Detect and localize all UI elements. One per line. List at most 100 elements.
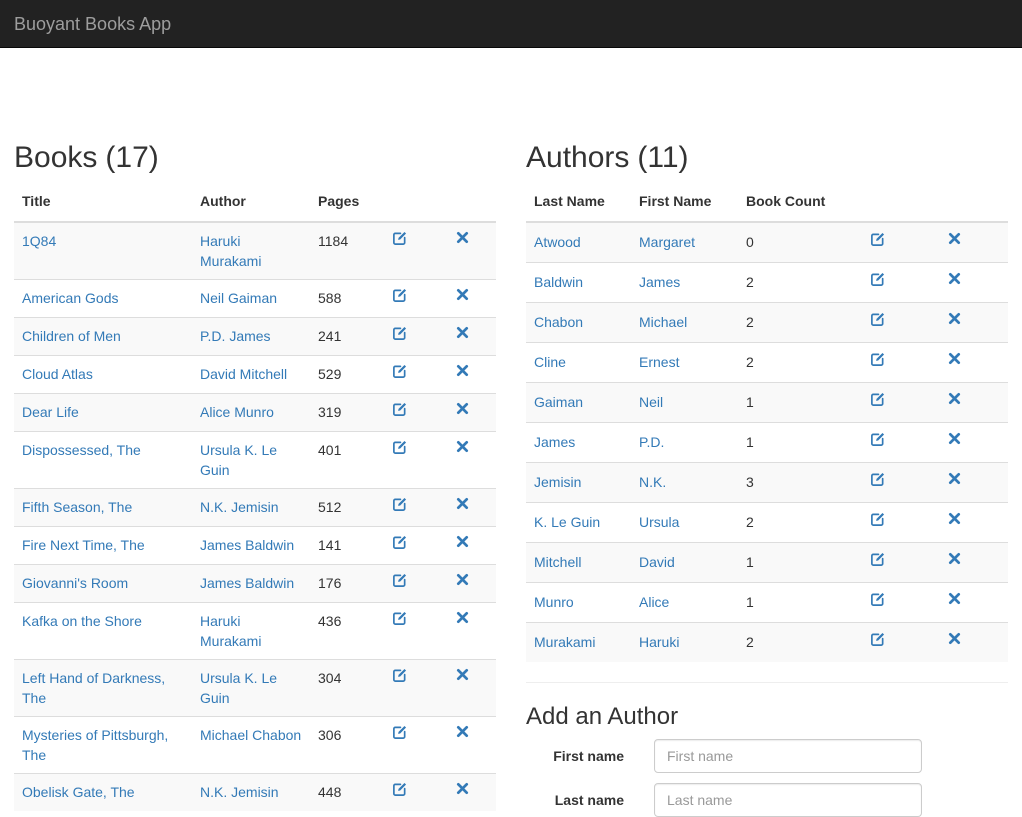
- author-last-name-link[interactable]: Munro: [534, 594, 574, 610]
- edit-icon[interactable]: [870, 392, 886, 408]
- book-author-cell: Haruki Murakami: [192, 221, 310, 280]
- book-title-link[interactable]: Children of Men: [22, 328, 121, 344]
- edit-icon[interactable]: [870, 232, 886, 248]
- book-title-link[interactable]: Dear Life: [22, 404, 79, 420]
- delete-icon[interactable]: [948, 232, 964, 248]
- author-last-name-link[interactable]: Jemisin: [534, 474, 581, 490]
- author-last-name-link[interactable]: Cline: [534, 354, 566, 370]
- delete-icon[interactable]: [456, 402, 472, 418]
- delete-icon[interactable]: [948, 312, 964, 328]
- book-title-link[interactable]: Fifth Season, The: [22, 499, 132, 515]
- delete-icon[interactable]: [456, 535, 472, 551]
- author-last-name-link[interactable]: Atwood: [534, 234, 581, 250]
- delete-icon[interactable]: [456, 573, 472, 589]
- book-title-link[interactable]: Giovanni's Room: [22, 575, 128, 591]
- edit-icon[interactable]: [392, 668, 408, 684]
- edit-icon[interactable]: [392, 440, 408, 456]
- first-name-input[interactable]: [654, 739, 922, 773]
- book-author-link[interactable]: Neil Gaiman: [200, 290, 277, 306]
- book-title-link[interactable]: Fire Next Time, The: [22, 537, 145, 553]
- book-author-link[interactable]: Haruki Murakami: [200, 613, 261, 649]
- edit-icon[interactable]: [392, 573, 408, 589]
- edit-icon[interactable]: [870, 552, 886, 568]
- author-first-name-link[interactable]: Haruki: [639, 634, 679, 650]
- edit-icon[interactable]: [392, 288, 408, 304]
- delete-icon[interactable]: [948, 632, 964, 648]
- author-first-name-link[interactable]: N.K.: [639, 474, 666, 490]
- edit-icon[interactable]: [870, 432, 886, 448]
- book-author-link[interactable]: Ursula K. Le Guin: [200, 670, 277, 706]
- book-title-link[interactable]: Obelisk Gate, The: [22, 784, 135, 800]
- delete-icon[interactable]: [948, 592, 964, 608]
- delete-icon[interactable]: [948, 512, 964, 528]
- delete-icon[interactable]: [948, 272, 964, 288]
- edit-icon[interactable]: [392, 535, 408, 551]
- book-title-link[interactable]: Left Hand of Darkness, The: [22, 670, 165, 706]
- book-author-link[interactable]: James Baldwin: [200, 537, 294, 553]
- author-first-name-link[interactable]: Ernest: [639, 354, 679, 370]
- edit-icon[interactable]: [870, 512, 886, 528]
- delete-icon[interactable]: [456, 725, 472, 741]
- book-author-link[interactable]: N.K. Jemisin: [200, 499, 279, 515]
- delete-icon[interactable]: [456, 364, 472, 380]
- edit-icon[interactable]: [392, 782, 408, 798]
- delete-icon[interactable]: [456, 611, 472, 627]
- edit-icon[interactable]: [392, 326, 408, 342]
- edit-icon[interactable]: [392, 402, 408, 418]
- delete-icon[interactable]: [456, 326, 472, 342]
- author-last-name-link[interactable]: James: [534, 434, 575, 450]
- delete-icon[interactable]: [948, 352, 964, 368]
- book-author-link[interactable]: David Mitchell: [200, 366, 287, 382]
- delete-icon[interactable]: [456, 288, 472, 304]
- book-author-link[interactable]: N.K. Jemisin: [200, 784, 279, 800]
- delete-icon[interactable]: [456, 231, 472, 247]
- author-first-name-link[interactable]: Neil: [639, 394, 663, 410]
- book-title-link[interactable]: Dispossessed, The: [22, 442, 141, 458]
- delete-icon[interactable]: [456, 782, 472, 798]
- book-author-link[interactable]: P.D. James: [200, 328, 271, 344]
- author-last-name-link[interactable]: Murakami: [534, 634, 595, 650]
- book-author-link[interactable]: Michael Chabon: [200, 727, 301, 743]
- author-first-name-link[interactable]: Ursula: [639, 514, 679, 530]
- book-author-link[interactable]: James Baldwin: [200, 575, 294, 591]
- book-title-link[interactable]: Cloud Atlas: [22, 366, 93, 382]
- last-name-input[interactable]: [654, 783, 922, 817]
- book-title-link[interactable]: Mysteries of Pittsburgh, The: [22, 727, 168, 763]
- edit-icon[interactable]: [870, 312, 886, 328]
- book-author-link[interactable]: Ursula K. Le Guin: [200, 442, 277, 478]
- delete-icon[interactable]: [456, 440, 472, 456]
- edit-icon[interactable]: [392, 364, 408, 380]
- author-first-name-link[interactable]: David: [639, 554, 675, 570]
- author-first-name-link[interactable]: Michael: [639, 314, 687, 330]
- delete-icon[interactable]: [948, 552, 964, 568]
- book-title-link[interactable]: 1Q84: [22, 233, 56, 249]
- edit-icon[interactable]: [392, 611, 408, 627]
- delete-icon[interactable]: [456, 497, 472, 513]
- delete-icon[interactable]: [456, 668, 472, 684]
- edit-icon[interactable]: [870, 632, 886, 648]
- edit-icon[interactable]: [870, 592, 886, 608]
- author-last-name-link[interactable]: Baldwin: [534, 274, 583, 290]
- edit-icon[interactable]: [870, 472, 886, 488]
- author-first-name-link[interactable]: James: [639, 274, 680, 290]
- delete-icon[interactable]: [948, 432, 964, 448]
- delete-icon[interactable]: [948, 472, 964, 488]
- author-last-name-link[interactable]: Mitchell: [534, 554, 581, 570]
- edit-icon[interactable]: [392, 497, 408, 513]
- edit-icon[interactable]: [870, 352, 886, 368]
- author-last-name-link[interactable]: Gaiman: [534, 394, 583, 410]
- author-last-name-link[interactable]: Chabon: [534, 314, 583, 330]
- delete-icon[interactable]: [948, 392, 964, 408]
- edit-icon[interactable]: [392, 725, 408, 741]
- author-first-name-link[interactable]: P.D.: [639, 434, 664, 450]
- app-brand[interactable]: Buoyant Books App: [0, 0, 171, 48]
- book-author-link[interactable]: Haruki Murakami: [200, 233, 261, 269]
- book-title-link[interactable]: American Gods: [22, 290, 118, 306]
- edit-icon[interactable]: [870, 272, 886, 288]
- author-first-name-link[interactable]: Alice: [639, 594, 669, 610]
- author-last-name-link[interactable]: K. Le Guin: [534, 514, 600, 530]
- edit-icon[interactable]: [392, 231, 408, 247]
- author-first-name-link[interactable]: Margaret: [639, 234, 695, 250]
- book-title-link[interactable]: Kafka on the Shore: [22, 613, 142, 629]
- book-author-link[interactable]: Alice Munro: [200, 404, 274, 420]
